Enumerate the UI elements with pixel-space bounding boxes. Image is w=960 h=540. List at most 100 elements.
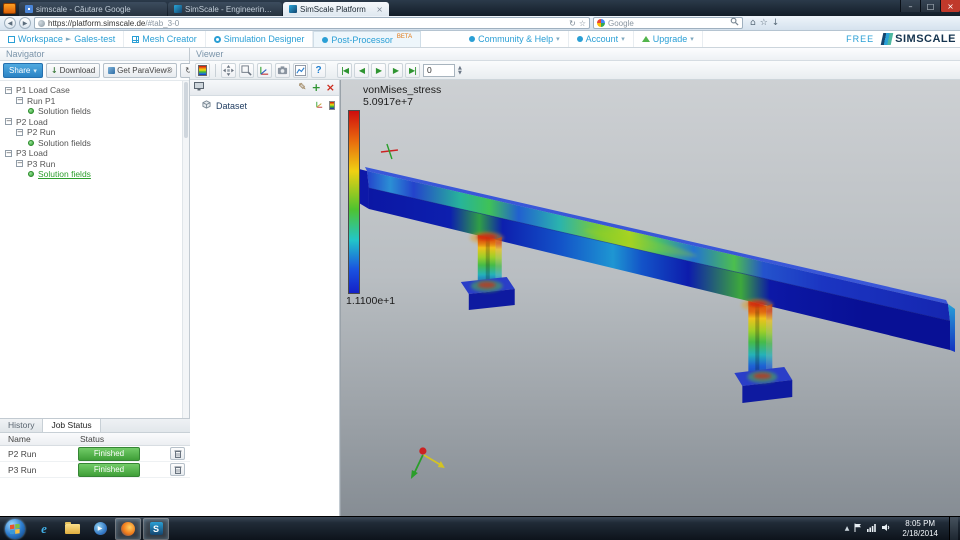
job-row-p3[interactable]: P3 Run Finished [0,462,190,478]
browser-tab-active[interactable]: SimScale Platform × [283,2,389,16]
tree-label: P1 Load Case [16,85,70,96]
search-box[interactable] [593,17,743,29]
reload-icon[interactable]: ↻ [569,19,576,28]
scrollbar-thumb[interactable] [184,82,188,138]
tree-item-p3-load[interactable]: − P3 Load [0,148,189,159]
delete-job-button[interactable] [170,463,185,476]
dataset-cube-icon [202,100,211,111]
collapse-toggle-icon[interactable]: − [16,160,23,168]
column-name: Name [8,434,31,444]
tab-job-status[interactable]: Job Status [43,419,101,432]
upgrade-menu[interactable]: Upgrade ▾ [634,31,703,47]
tab-history[interactable]: History [0,419,44,432]
network-icon[interactable] [867,523,877,535]
get-paraview-button[interactable]: Get ParaView® [103,63,178,78]
tree-item-solution-fields-p2[interactable]: Solution fields [0,138,189,149]
browser-tab-1[interactable]: simscale - Căutare Google [19,2,167,16]
tab-mesh-creator[interactable]: Mesh Creator [124,31,206,47]
taskbar-explorer-button[interactable] [59,518,85,540]
fit-view-button[interactable] [221,62,236,78]
tree-item-p2-load[interactable]: − P2 Load [0,117,189,128]
spinner-down-icon[interactable]: ▼ [458,70,462,75]
dataset-colorbar-icon[interactable] [329,101,335,110]
downloads-icon[interactable]: ↓ [772,18,780,28]
workspace-menu[interactable]: Workspace ► Gales-test [0,31,125,47]
collapse-toggle-icon[interactable]: − [5,149,12,157]
window-maximize-button[interactable]: □ [920,0,940,12]
tree-item-run-p1[interactable]: − Run P1 [0,96,189,107]
delete-button[interactable]: × [326,81,335,94]
tab-post-processor[interactable]: Post-Processor BETA [313,31,422,47]
help-button[interactable]: ? [311,62,326,78]
frame-spinner[interactable]: ▲ ▼ [458,65,462,75]
taskbar-firefox-button[interactable] [115,517,141,540]
forward-button[interactable]: ▶ [19,17,31,29]
previous-frame-button[interactable]: ◀ [354,62,369,78]
collapse-toggle-icon[interactable]: − [5,118,12,126]
browser-tab-2[interactable]: SimScale - Engineering simulation in ... [168,2,282,16]
community-help-menu[interactable]: Community & Help ▾ [461,31,569,47]
plan-badge: FREE [846,34,875,44]
show-desktop-button[interactable] [949,516,958,540]
window-minimize-button[interactable]: – [900,0,920,12]
back-button[interactable]: ◀ [4,17,16,29]
search-input[interactable] [608,18,727,28]
camera-button[interactable] [275,62,290,78]
first-frame-button[interactable]: |◀ [337,62,352,78]
render-viewport[interactable]: vonMises_stress 5.0917e+7 1.1100e+1 [340,80,960,516]
taskbar-media-player-button[interactable]: ▶ [87,518,113,540]
pipeline-item-dataset[interactable]: Dataset [190,96,339,115]
job-row-p2[interactable]: P2 Run Finished [0,446,190,462]
last-frame-button[interactable]: ▶| [405,62,420,78]
action-center-icon[interactable] [854,523,862,535]
chart-view-button[interactable] [293,62,308,78]
frame-number-input[interactable] [423,63,455,77]
tree-item-p2-run[interactable]: − P2 Run [0,127,189,138]
search-icon[interactable] [730,17,739,29]
bookmark-star-icon[interactable]: ☆ [579,19,586,28]
firefox-menu-button[interactable] [3,3,16,14]
zoom-box-button[interactable] [239,62,254,78]
tab-simulation-designer[interactable]: Simulation Designer [206,31,314,47]
tree-item-p1-load-case[interactable]: − P1 Load Case [0,85,189,96]
delete-job-button[interactable] [170,447,185,460]
breadcrumb-arrow-icon: ► [65,35,72,43]
search-engine-icon[interactable] [597,19,605,27]
account-menu[interactable]: Account ▾ [569,31,634,47]
download-button[interactable]: ↓ Download [45,63,101,78]
tray-expand-icon[interactable]: ▲ [845,525,850,532]
window-close-button[interactable]: × [940,0,960,12]
next-frame-button[interactable]: ▶ [388,62,403,78]
site-identity-icon[interactable] [38,19,45,27]
download-icon: ↓ [50,66,58,75]
tree-item-solution-fields-p1[interactable]: Solution fields [0,106,189,117]
taskbar-clock[interactable]: 8:05 PM 2/18/2014 [896,519,944,538]
taskbar-simscale-button[interactable]: S [143,517,169,540]
appbar-menus: Community & Help ▾ Account ▾ Upgrade ▾ [461,31,703,47]
taskbar-ie-button[interactable]: e [31,518,57,540]
spinner-up-icon[interactable]: ▲ [458,65,462,70]
simscale-favicon [289,5,297,13]
community-icon [469,36,476,42]
edit-button[interactable]: ✎ [298,82,306,93]
tree-item-p3-run[interactable]: − P3 Run [0,159,189,170]
url-bar[interactable]: https://platform.simscale.de/#tab_3-0 ↻ … [34,17,590,29]
volume-icon[interactable] [882,523,891,535]
collapse-toggle-icon[interactable]: − [5,86,12,94]
start-button[interactable] [5,518,25,539]
navigator-scrollbar[interactable] [182,81,189,418]
collapse-toggle-icon[interactable]: − [16,97,23,105]
colormap-button[interactable] [195,62,210,78]
share-button[interactable]: Share ▾ [3,63,43,78]
home-icon[interactable]: ⌂ [750,18,756,28]
add-filter-button[interactable]: + [312,81,321,94]
collapse-toggle-icon[interactable]: − [16,128,23,136]
tab-close-icon[interactable]: × [376,5,383,14]
job-panel-tabs: History Job Status [0,419,190,433]
bookmarks-menu-icon[interactable]: ☆ [760,18,768,28]
chevron-down-icon: ▾ [556,35,560,43]
tree-item-solution-fields-p3-selected[interactable]: Solution fields [0,169,189,180]
axes-toggle-button[interactable] [257,62,272,78]
play-button[interactable]: ▶ [371,62,386,78]
dataset-axes-icon[interactable] [315,100,324,111]
